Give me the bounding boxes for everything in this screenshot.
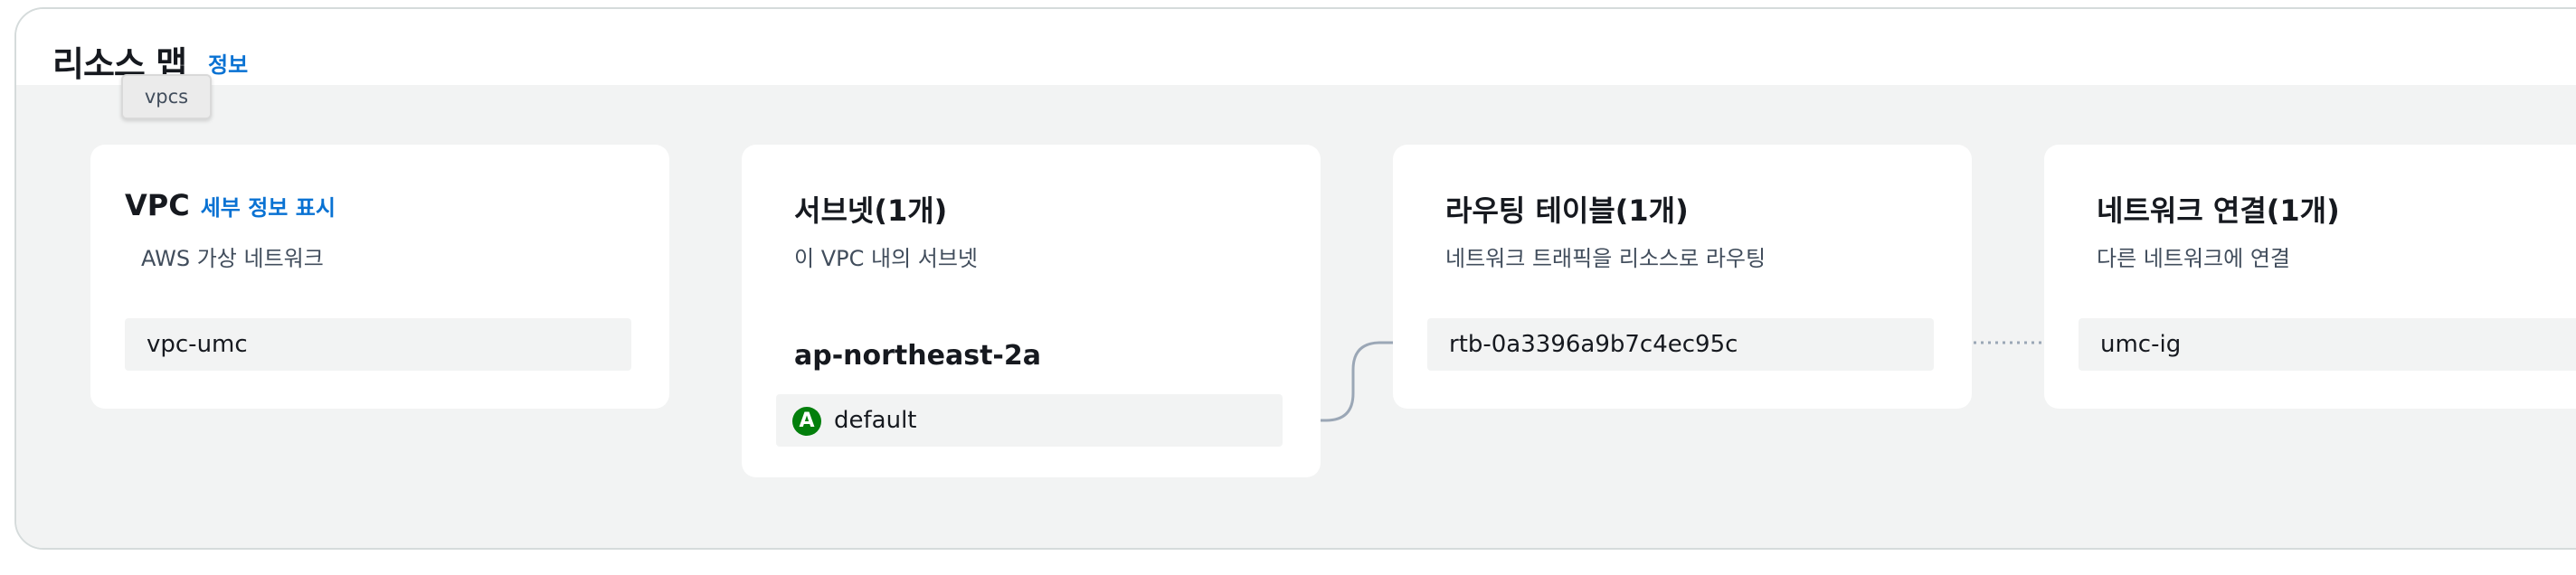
network-connection-card: 네트워크 연결(1개) 다른 네트워크에 연결 umc-ig [2044,145,2576,409]
vpc-card-title: VPC [125,188,190,222]
vpc-card: VPC 세부 정보 표시 AWS 가상 네트워크 vpc-umc [90,145,669,409]
route-table-card-description: 네트워크 트래픽을 리소스로 라우팅 [1445,246,1766,271]
resource-map-header: 리소스 맵 정보 [16,9,2576,85]
vpc-details-link[interactable]: 세부 정보 표시 [201,195,336,221]
route-table-resource-item[interactable]: rtb-0a3396a9b7c4ec95c [1427,318,1934,371]
network-connection-resource-item[interactable]: umc-ig [2079,318,2576,371]
tooltip: vpcs [121,74,212,119]
network-connection-card-description: 다른 네트워크에 연결 [2097,246,2290,271]
subnet-card-title: 서브넷(1개) [794,193,948,228]
availability-zone-badge-icon: A [792,406,821,436]
network-connection-card-title: 네트워크 연결(1개) [2097,193,2340,228]
route-table-card: 라우팅 테이블(1개) 네트워크 트래픽을 리소스로 라우팅 rtb-0a339… [1393,145,1972,409]
route-table-card-title: 라우팅 테이블(1개) [1445,193,1689,228]
subnet-resource-item[interactable]: Adefault [776,394,1283,447]
subnet-card-description: 이 VPC 내의 서브넷 [794,246,979,271]
vpc-card-description: AWS 가상 네트워크 [141,246,324,271]
subnet-card: 서브넷(1개) 이 VPC 내의 서브넷 ap-northeast-2a Ade… [742,145,1321,477]
vpc-resource-item[interactable]: vpc-umc [125,318,631,371]
subnet-item-label: default [834,407,917,434]
resource-map-canvas: VPC 세부 정보 표시 AWS 가상 네트워크 vpc-umc 서브넷(1개) … [16,85,2576,548]
resource-map-panel: 리소스 맵 정보 VPC 세부 정보 표시 AWS 가상 네트워크 vpc-umc… [14,7,2576,550]
info-link[interactable]: 정보 [208,47,248,79]
vpc-card-header: VPC 세부 정보 표시 [125,188,336,222]
availability-zone-label: ap-northeast-2a [794,340,1041,372]
